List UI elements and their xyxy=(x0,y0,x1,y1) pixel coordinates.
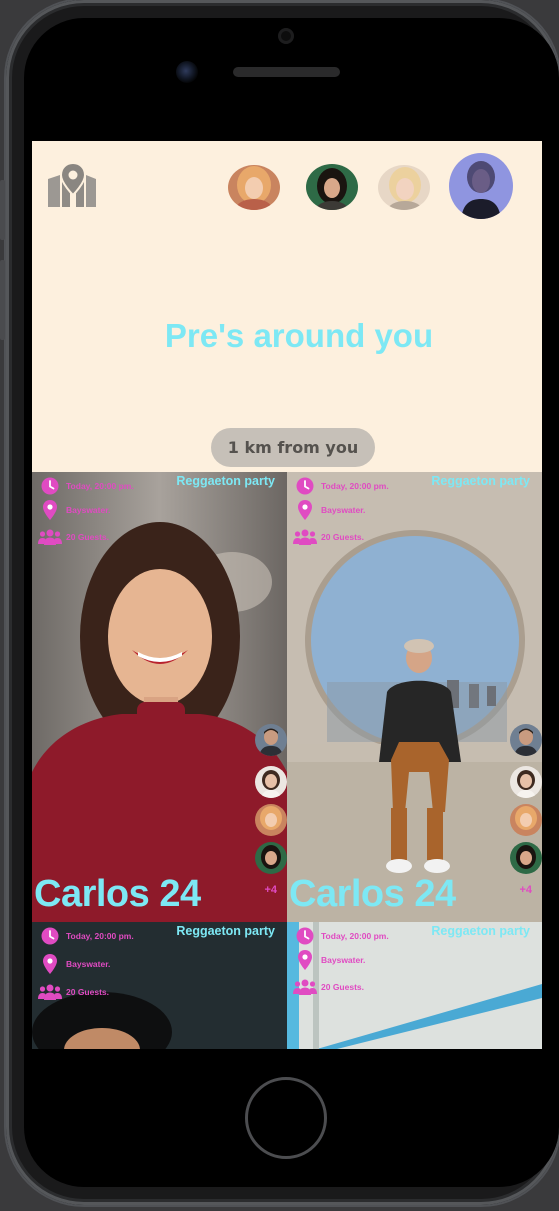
party-guest-count: 20 Guests. xyxy=(66,532,109,542)
guest-avatar[interactable] xyxy=(510,724,542,756)
guests-icon xyxy=(293,977,317,997)
party-location: Bayswater. xyxy=(66,505,111,515)
clock-icon xyxy=(293,926,317,946)
guest-avatar[interactable] xyxy=(255,842,287,874)
earpiece-speaker xyxy=(233,67,340,77)
guest-avatar[interactable] xyxy=(510,766,542,798)
guests-icon xyxy=(293,527,317,547)
app-screen: Pre's around you 1 km from you Reggaeton… xyxy=(32,141,542,1049)
more-guests-count: +4 xyxy=(519,884,532,896)
party-card[interactable]: Reggaeton party Today, 20:00 pm. Bayswat… xyxy=(287,472,542,922)
party-location: Bayswater. xyxy=(321,955,366,965)
avatar-1[interactable] xyxy=(228,165,280,210)
party-card[interactable]: Reggaeton party Today, 20:00 pm. Bayswat… xyxy=(287,922,542,1049)
guest-avatar[interactable] xyxy=(255,804,287,836)
map-pin-icon[interactable] xyxy=(46,161,98,209)
avatar-3[interactable] xyxy=(378,165,430,210)
side-button xyxy=(0,260,5,340)
party-title: Reggaeton party xyxy=(176,474,275,488)
guest-avatar[interactable] xyxy=(510,804,542,836)
page-title: Pre's around you xyxy=(164,317,434,354)
guest-avatar[interactable] xyxy=(510,842,542,874)
avatar-selected[interactable] xyxy=(449,153,513,219)
party-guest-count: 20 Guests. xyxy=(321,982,364,992)
party-title: Reggaeton party xyxy=(431,474,530,488)
party-time: Today, 20:00 pm. xyxy=(66,931,134,941)
party-card[interactable]: Reggaeton party Today, 20:00 pm. Bayswat… xyxy=(32,472,287,922)
clock-icon xyxy=(293,476,317,496)
proximity-sensor xyxy=(278,28,294,44)
host-name: Carlos 24 xyxy=(289,873,456,915)
party-time: Today, 20:00 pm. xyxy=(321,481,389,491)
avatar-2[interactable] xyxy=(306,164,358,210)
party-title: Reggaeton party xyxy=(431,924,530,938)
guests-icon xyxy=(38,527,62,547)
clock-icon xyxy=(38,476,62,496)
more-guests-count: +4 xyxy=(264,884,277,896)
location-pin-icon xyxy=(293,950,317,970)
front-camera xyxy=(176,61,198,83)
party-guest-count: 20 Guests. xyxy=(66,987,109,997)
header: Pre's around you 1 km from you xyxy=(32,141,542,472)
side-button xyxy=(0,180,5,240)
party-location: Bayswater. xyxy=(321,505,366,515)
party-time: Today, 20:00 pm. xyxy=(321,931,389,941)
location-pin-icon xyxy=(293,500,317,520)
guest-avatar[interactable] xyxy=(255,766,287,798)
party-location: Bayswater. xyxy=(66,959,111,969)
location-pin-icon xyxy=(38,954,62,974)
party-time: Today, 20:00 pm. xyxy=(66,481,134,491)
guest-avatar[interactable] xyxy=(255,724,287,756)
distance-filter-button[interactable]: 1 km from you xyxy=(211,428,375,467)
guests-icon xyxy=(38,982,62,1002)
party-title: Reggaeton party xyxy=(176,924,275,938)
home-button[interactable] xyxy=(245,1077,327,1159)
host-name: Carlos 24 xyxy=(34,873,201,915)
location-pin-icon xyxy=(38,500,62,520)
party-guest-count: 20 Guests. xyxy=(321,532,364,542)
party-card[interactable]: Reggaeton party Today, 20:00 pm. Bayswat… xyxy=(32,922,287,1049)
clock-icon xyxy=(38,926,62,946)
